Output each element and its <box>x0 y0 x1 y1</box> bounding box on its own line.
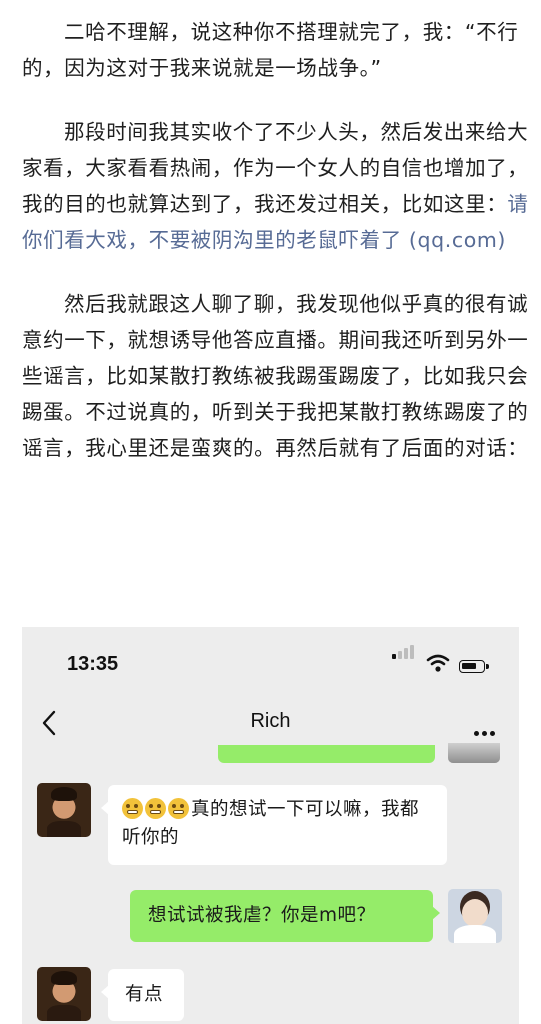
paragraph-2: 那段时间我其实收个了不少人头，然后发出来给大家看，大家看看热闹，作为一个女人的自… <box>22 120 529 252</box>
chat-screenshot-image: 13:35 Rich 真的想试一下可以嘛，我都听你的 想试试被我虐？你是m吧？ … <box>22 627 519 1024</box>
message-bubble: 有点 <box>101 969 184 1021</box>
wifi-icon <box>426 653 450 677</box>
contact-avatar[interactable] <box>37 783 91 837</box>
status-time: 13:35 <box>67 653 119 675</box>
message-bubble-sent: 想试试被我虐？你是m吧？ <box>130 890 440 942</box>
paragraph-3: 然后我就跟这人聊了聊，我发现他似乎真的很有诚意约一下，就想诱导他答应直播。期间我… <box>22 292 529 460</box>
status-bar: 13:35 <box>22 627 519 697</box>
chat-nav-bar: Rich <box>22 697 519 749</box>
self-avatar[interactable] <box>448 889 502 943</box>
paragraph-1: 二哈不理解，说这种你不搭理就完了，我：“不行的，因为这对于我来说就是一场战争。” <box>22 20 519 80</box>
chat-title: Rich <box>250 710 291 732</box>
more-icon[interactable] <box>471 721 495 740</box>
grimace-emoji-icon <box>122 798 143 819</box>
contact-avatar[interactable] <box>37 967 91 1021</box>
grimace-emoji-icon <box>145 798 166 819</box>
grimace-emoji-icon <box>168 798 189 819</box>
previous-avatar <box>448 743 500 763</box>
previous-message-bubble <box>218 745 435 763</box>
message-bubble: 真的想试一下可以嘛，我都听你的 <box>101 785 447 865</box>
battery-icon <box>459 660 489 673</box>
